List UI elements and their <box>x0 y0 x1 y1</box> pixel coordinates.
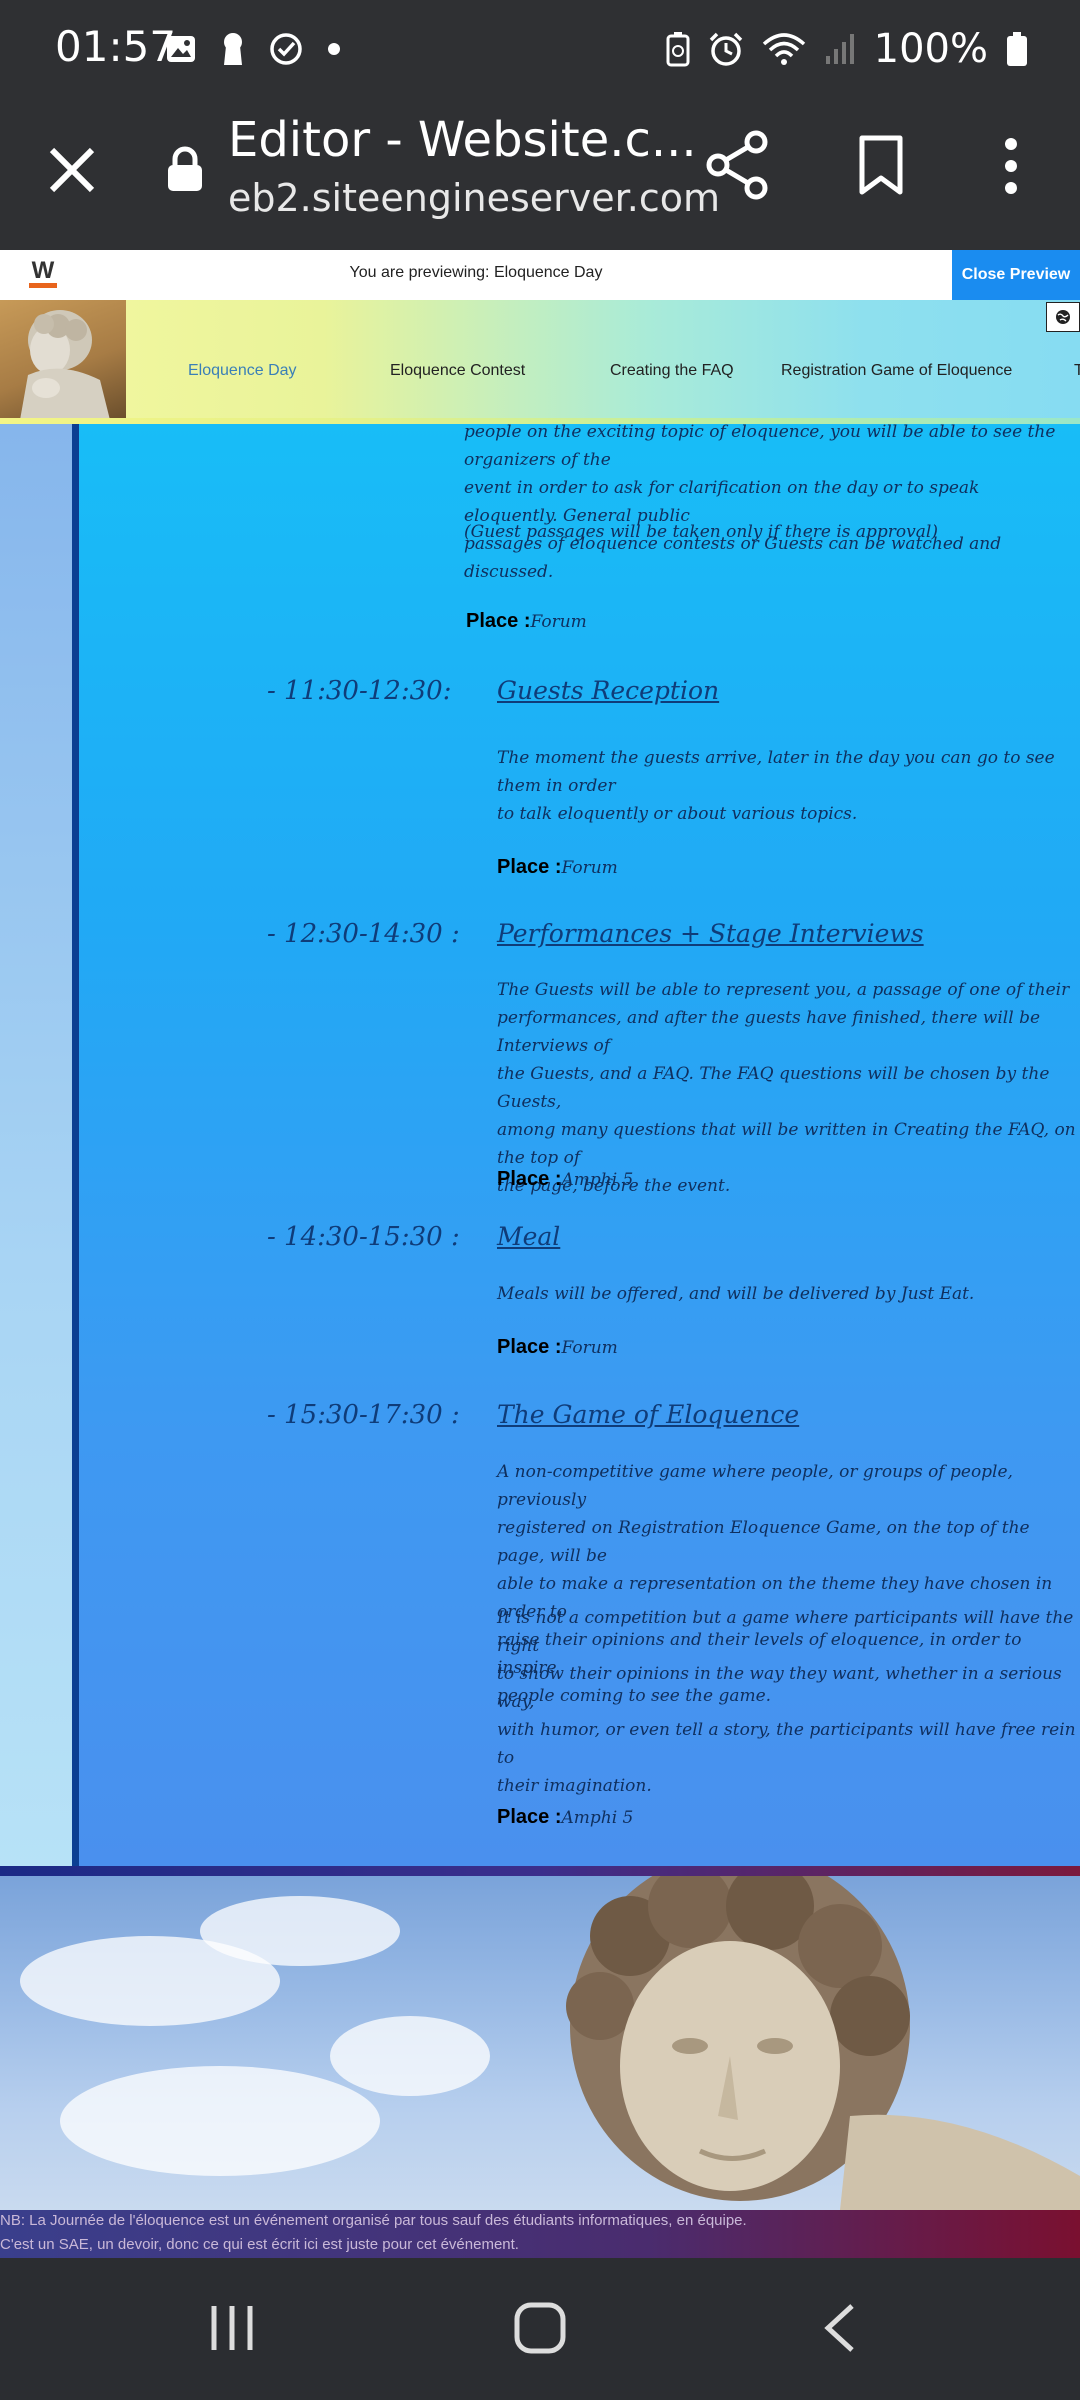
nav-item-registration-game[interactable]: Registration Game of Eloquence <box>781 362 1012 380</box>
event-title-link[interactable]: Performances + Stage Interviews <box>497 919 924 948</box>
statue-banner-image <box>0 1876 1080 2210</box>
place-label: Place : <box>497 856 562 878</box>
recents-icon[interactable] <box>206 2302 258 2354</box>
panel-edge <box>72 424 79 1870</box>
status-time: 01:57 <box>55 22 177 71</box>
schedule-panel: people on the exciting topic of eloquenc… <box>79 424 1080 1870</box>
page-title[interactable]: Editor - Website.c... <box>228 112 697 168</box>
dot-icon <box>328 43 340 55</box>
description-line: registered on Registration Eloquence Gam… <box>497 1518 1030 1566</box>
bookmark-icon[interactable] <box>856 134 906 196</box>
place-row: Place :Forum <box>497 856 618 879</box>
footer: NB: La Journée de l'éloquence est un évé… <box>0 2210 1080 2258</box>
description-line: the Guests, and a FAQ. The FAQ questions… <box>497 1064 1050 1112</box>
event-description: Meals will be offered, and will be deliv… <box>497 1284 975 1304</box>
intro-text: people on the exciting topic of eloquenc… <box>464 424 1074 586</box>
close-icon[interactable] <box>40 138 104 202</box>
event-description: The moment the guests arrive, later in t… <box>497 744 1067 828</box>
home-icon[interactable] <box>512 2300 568 2356</box>
event-time: - 15:30-17:30 : <box>267 1400 460 1430</box>
event-time: - 11:30-12:30: <box>267 676 452 706</box>
place-row: Place :Amphi 5 <box>497 1806 633 1829</box>
description-line: to talk eloquently or about various topi… <box>497 804 858 824</box>
place-row: Place :Forum <box>497 1336 618 1359</box>
globe-icon <box>1056 310 1070 324</box>
description-line: The Guests will be able to represent you… <box>497 980 1070 1000</box>
keyhole-icon <box>224 33 242 65</box>
battery-icon <box>1007 32 1027 66</box>
event-title-link[interactable]: The Game of Eloquence <box>497 1400 799 1429</box>
url-text[interactable]: eb2.siteengineserver.com <box>228 176 720 220</box>
android-nav-bar <box>0 2258 1080 2400</box>
content-area: people on the exciting topic of eloquenc… <box>0 424 1080 1870</box>
share-icon[interactable] <box>706 130 770 200</box>
back-icon[interactable] <box>820 2302 860 2354</box>
description-line: A non-competitive game where people, or … <box>497 1462 1013 1510</box>
event-time: - 12:30-14:30 : <box>267 919 460 949</box>
nav-item-eloquence-contest[interactable]: Eloquence Contest <box>390 362 525 380</box>
description-line: It is not a competition but a game where… <box>497 1608 1074 1656</box>
nav-item-creating-faq[interactable]: Creating the FAQ <box>610 362 734 380</box>
description-line: The moment the guests arrive, later in t… <box>497 748 1055 796</box>
place-label: Place : <box>466 610 531 632</box>
intro-note: (Guest passages will be taken only if th… <box>464 522 938 542</box>
place-value: Amphi 5 <box>561 1170 634 1190</box>
preview-text: You are previewing: Eloquence Day <box>349 264 603 281</box>
place-value: Amphi 5 <box>561 1808 634 1828</box>
language-button[interactable] <box>1046 302 1080 332</box>
place-row: Place :Amphi 5 <box>497 1168 633 1191</box>
section-divider <box>0 1866 1080 1876</box>
place-row: Place :Forum <box>466 610 587 633</box>
place-label: Place : <box>497 1806 562 1828</box>
left-margin <box>0 424 72 1870</box>
description-line: among many questions that will be writte… <box>497 1120 1076 1168</box>
site-nav: Eloquence Day Eloquence Contest Creating… <box>0 300 1080 420</box>
browser-toolbar: Editor - Website.c... eb2.siteengineserv… <box>0 100 1080 250</box>
status-bar: 01:57 100% <box>0 0 1080 100</box>
description-line: to show their opinions in the way they w… <box>497 1664 1062 1712</box>
signal-icon <box>825 34 854 64</box>
event-title-link[interactable]: Meal <box>497 1222 560 1251</box>
description-line: with humor, or even tell a story, the pa… <box>497 1720 1076 1768</box>
event-time: - 14:30-15:30 : <box>267 1222 460 1252</box>
wifi-icon <box>762 33 805 65</box>
event-description: It is not a competition but a game where… <box>497 1604 1077 1800</box>
image-icon <box>167 36 195 62</box>
nav-item-eloquence-day[interactable]: Eloquence Day <box>188 362 297 380</box>
more-vert-icon[interactable] <box>998 136 1024 196</box>
place-value: Forum <box>530 612 587 632</box>
preview-bar: W You are previewing: Eloquence Day Clos… <box>0 250 1080 300</box>
lock-icon[interactable] <box>165 146 205 192</box>
description-line: performances, and after the guests have … <box>497 1008 1041 1056</box>
place-value: Forum <box>561 858 618 878</box>
check-circle-icon <box>270 33 302 65</box>
event-title-link[interactable]: Guests Reception <box>497 676 719 705</box>
footer-line: C'est un SAE, un devoir, donc ce qui est… <box>0 2236 519 2253</box>
place-label: Place : <box>497 1168 562 1190</box>
intro-line: people on the exciting topic of eloquenc… <box>464 424 1056 470</box>
place-value: Forum <box>561 1338 618 1358</box>
battery-saver-icon <box>666 32 690 67</box>
description-line: their imagination. <box>497 1776 652 1796</box>
event-description: The Guests will be able to represent you… <box>497 976 1077 1200</box>
alarm-icon <box>709 32 742 66</box>
footer-line: NB: La Journée de l'éloquence est un évé… <box>0 2212 747 2229</box>
place-label: Place : <box>497 1336 562 1358</box>
nav-item-more[interactable]: T <box>1074 362 1080 380</box>
battery-percent: 100% <box>873 26 988 72</box>
close-preview-button[interactable]: Close Preview <box>952 250 1080 300</box>
site-logo-statue[interactable] <box>0 300 126 420</box>
